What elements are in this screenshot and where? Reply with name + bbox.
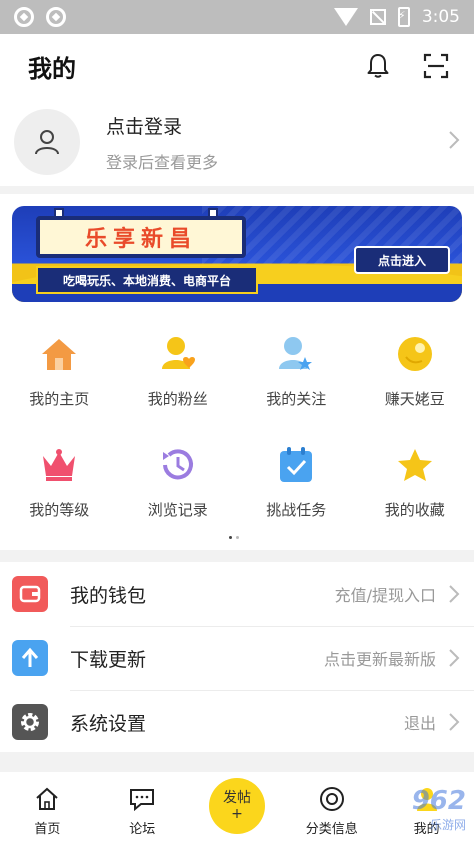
nav-post[interactable]: 发帖 + <box>190 778 285 834</box>
banner-title: 乐享新昌 <box>84 227 197 252</box>
grid-label: 浏览记录 <box>147 501 208 519</box>
list-label: 我的钱包 <box>70 584 147 607</box>
login-title[interactable]: 点击登录 <box>106 112 218 139</box>
app-notification-icon <box>46 7 66 27</box>
task-icon <box>276 445 316 485</box>
chevron-right-icon <box>449 649 460 667</box>
list-item-wallet[interactable]: 我的钱包 充值/提现入口 <box>0 562 474 626</box>
banner-subtitle: 吃喝玩乐、本地消费、电商平台 <box>62 273 231 288</box>
battery-charging-icon <box>397 7 410 27</box>
grid-item-level[interactable]: 我的等级 <box>0 445 119 520</box>
page-header: 我的 <box>0 34 474 98</box>
crown-icon <box>39 445 79 485</box>
nav-forum[interactable]: 论坛 <box>95 786 190 837</box>
home-icon <box>39 334 79 374</box>
nav-home[interactable]: 首页 <box>0 786 95 837</box>
nav-label: 分类信息 <box>305 822 358 837</box>
post-button[interactable]: 发帖 + <box>208 778 265 834</box>
grid-item-tasks[interactable]: 挑战任务 <box>237 445 356 520</box>
list-item-settings[interactable]: 系统设置 退出 <box>0 690 474 754</box>
follow-icon <box>276 334 316 374</box>
chevron-right-icon <box>449 585 460 603</box>
feature-grid: 我的主页 我的粉丝 我的关注 赚天姥豆 我的等级 浏览记录 挑战任务 我的收藏 <box>0 334 474 520</box>
page-dot <box>229 536 232 539</box>
grid-label: 我的收藏 <box>384 501 445 519</box>
page-indicator <box>229 536 239 539</box>
grid-label: 我的主页 <box>29 390 90 408</box>
login-card[interactable]: 点击登录 登录后查看更多 <box>0 98 474 186</box>
list-value: 充值/提现入口 <box>334 586 436 605</box>
grid-item-homepage[interactable]: 我的主页 <box>0 334 119 409</box>
history-icon <box>158 445 198 485</box>
menu-list: 我的钱包 充值/提现入口 下载更新 点击更新最新版 系统设置 退出 <box>0 562 474 752</box>
grid-item-fans[interactable]: 我的粉丝 <box>119 334 238 409</box>
grid-label: 我的粉丝 <box>147 390 208 408</box>
post-plus: + <box>231 806 243 822</box>
grid-item-following[interactable]: 我的关注 <box>237 334 356 409</box>
grid-label: 赚天姥豆 <box>384 390 445 408</box>
page-title: 我的 <box>28 54 76 83</box>
list-value: 退出 <box>403 714 436 733</box>
grid-item-favorites[interactable]: 我的收藏 <box>356 445 474 520</box>
nav-label: 首页 <box>34 822 61 837</box>
star-icon <box>395 445 435 485</box>
watermark-text: 乐游网 <box>429 818 466 832</box>
home-outline-icon <box>34 786 60 812</box>
grid-label: 我的等级 <box>29 501 90 519</box>
login-subtitle: 登录后查看更多 <box>106 152 219 172</box>
nav-label: 论坛 <box>129 822 156 837</box>
banner-title-box: 乐享新昌 <box>36 216 246 258</box>
wallet-icon <box>12 576 48 612</box>
list-item-update[interactable]: 下载更新 点击更新最新版 <box>0 626 474 690</box>
scan-icon[interactable] <box>422 52 450 80</box>
feature-section: 乐享新昌 吃喝玩乐、本地消费、电商平台 点击进入 我的主页 我的粉丝 我的关注 <box>0 194 474 550</box>
watermark-logo: 962 <box>411 786 466 816</box>
wifi-icon <box>333 8 358 26</box>
promo-banner[interactable]: 乐享新昌 吃喝玩乐、本地消费、电商平台 点击进入 <box>12 206 462 302</box>
status-bar: 3:05 <box>0 0 474 34</box>
category-icon <box>319 786 345 812</box>
list-label: 下载更新 <box>70 648 147 671</box>
grid-item-history[interactable]: 浏览记录 <box>119 445 238 520</box>
page-dot <box>236 536 239 539</box>
grid-label: 我的关注 <box>266 390 327 408</box>
fans-icon <box>158 334 198 374</box>
grid-label: 挑战任务 <box>266 501 327 519</box>
post-label: 发帖 <box>222 790 251 806</box>
no-sim-icon <box>369 9 386 25</box>
bean-icon <box>395 334 435 374</box>
bottom-nav: 首页 论坛 发帖 + 分类信息 我的 <box>0 772 474 842</box>
banner-subtitle-box: 吃喝玩乐、本地消费、电商平台 <box>36 266 258 294</box>
chat-icon <box>129 786 155 812</box>
grid-item-earn-beans[interactable]: 赚天姥豆 <box>356 334 474 409</box>
user-icon <box>35 130 59 155</box>
list-value: 点击更新最新版 <box>323 650 436 669</box>
bell-icon[interactable] <box>364 52 392 80</box>
avatar[interactable] <box>14 109 80 175</box>
gear-icon <box>12 704 48 740</box>
banner-enter-button[interactable]: 点击进入 <box>354 246 450 274</box>
app-notification-icon <box>14 7 34 27</box>
list-label: 系统设置 <box>70 712 147 735</box>
status-time: 3:05 <box>421 7 460 27</box>
banner-enter-label: 点击进入 <box>377 253 426 268</box>
chevron-right-icon <box>449 713 460 731</box>
chevron-right-icon <box>448 130 460 154</box>
upload-icon <box>12 640 48 676</box>
watermark: 962 乐游网 <box>412 786 466 833</box>
nav-category[interactable]: 分类信息 <box>284 786 379 837</box>
